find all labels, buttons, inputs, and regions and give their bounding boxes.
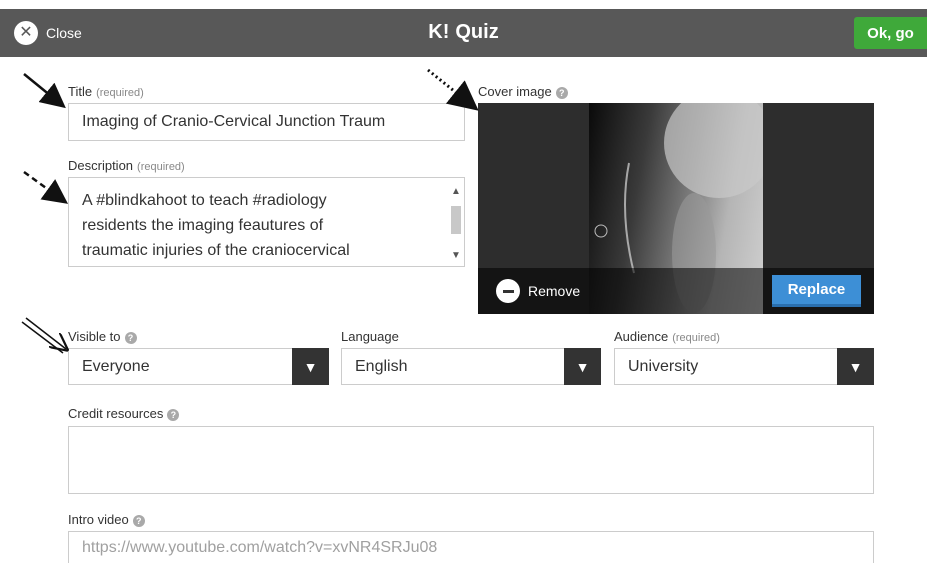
double-line-arrow (21, 317, 66, 354)
dashed-arrow (23, 170, 69, 204)
dotted-arrow (427, 68, 479, 111)
solid-arrow (23, 73, 66, 109)
annotation-arrows (21, 68, 479, 354)
